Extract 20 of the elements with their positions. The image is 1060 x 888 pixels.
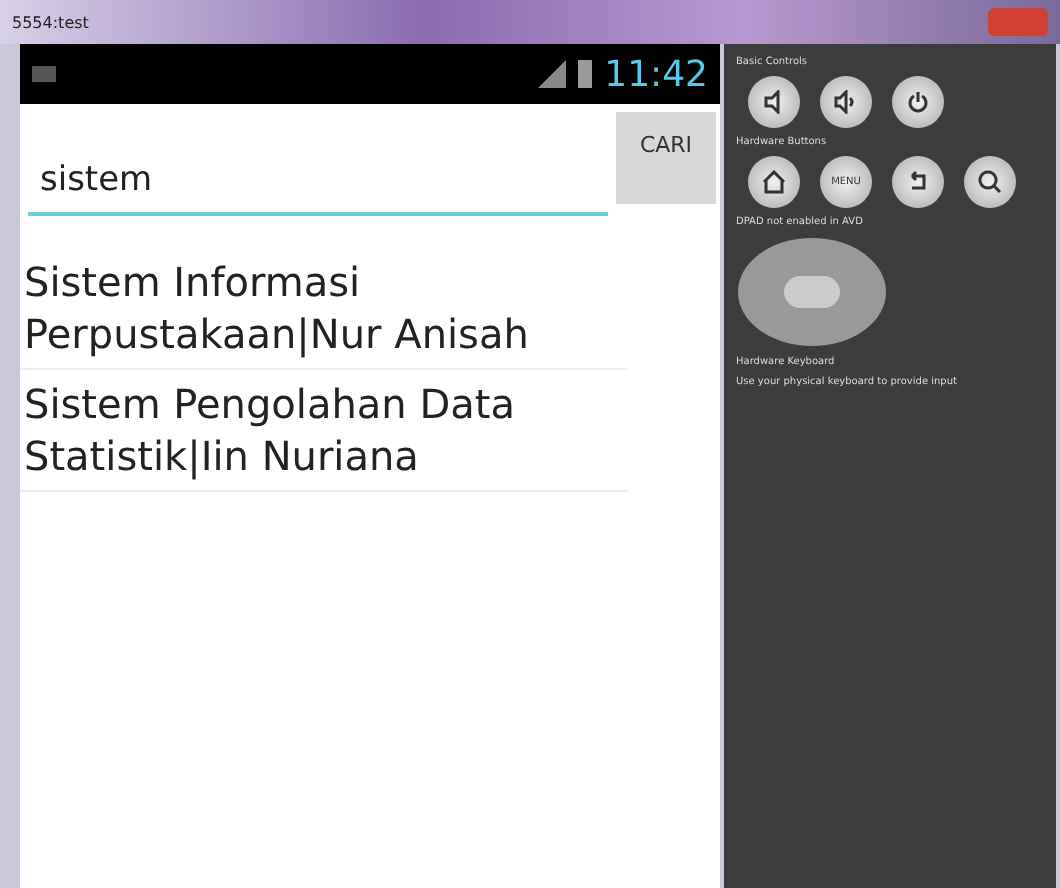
power-icon	[906, 90, 930, 114]
search-button[interactable]	[964, 156, 1016, 208]
volume-down-button[interactable]	[748, 76, 800, 128]
back-arrow-icon	[906, 170, 930, 194]
speaker-icon	[834, 90, 858, 114]
power-button[interactable]	[892, 76, 944, 128]
window-title: 5554:test	[12, 13, 89, 31]
back-button[interactable]	[892, 156, 944, 208]
status-time: 11:42	[604, 53, 708, 95]
home-button[interactable]	[748, 156, 800, 208]
volume-up-button[interactable]	[820, 76, 872, 128]
search-button[interactable]: CARI	[616, 112, 716, 204]
signal-icon	[538, 60, 567, 88]
battery-icon	[578, 60, 593, 88]
speaker-icon	[762, 90, 786, 114]
search-field[interactable]: sistem	[28, 112, 608, 216]
result-item[interactable]: Sistem Pengolahan Data Statistik|Iin Nuriana	[20, 370, 628, 492]
search-icon	[978, 170, 1002, 194]
home-icon	[762, 170, 786, 194]
result-item[interactable]: Sistem Informasi Perpustakaan|Nur Anisah	[20, 248, 628, 370]
